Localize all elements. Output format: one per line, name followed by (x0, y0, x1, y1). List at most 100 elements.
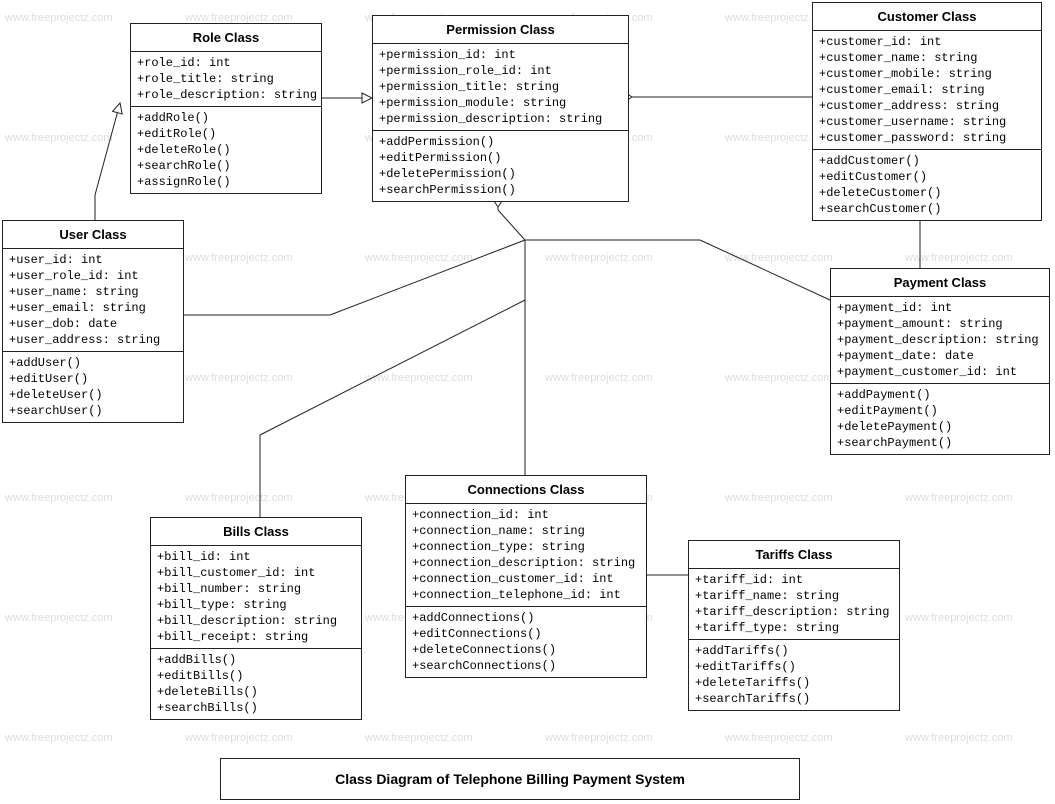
class-payment: Payment Class +payment_id: int+payment_a… (830, 268, 1050, 455)
class-connections: Connections Class +connection_id: int+co… (405, 475, 647, 678)
watermark-text: www.freeprojectz.com (5, 132, 113, 144)
class-line: +payment_amount: string (837, 316, 1043, 332)
watermark-text: www.freeprojectz.com (905, 612, 1013, 624)
class-line: +deleteBills() (157, 684, 355, 700)
class-payment-title: Payment Class (831, 269, 1049, 297)
class-line: +connection_id: int (412, 507, 640, 523)
class-connections-methods: +addConnections()+editConnections()+dele… (406, 607, 646, 677)
class-line: +editPayment() (837, 403, 1043, 419)
class-line: +searchRole() (137, 158, 315, 174)
class-customer-title: Customer Class (813, 3, 1041, 31)
class-line: +bill_description: string (157, 613, 355, 629)
class-line: +connection_type: string (412, 539, 640, 555)
class-line: +addTariffs() (695, 643, 893, 659)
watermark-text: www.freeprojectz.com (905, 492, 1013, 504)
class-customer-attrs: +customer_id: int+customer_name: string+… (813, 31, 1041, 150)
class-line: +connection_customer_id: int (412, 571, 640, 587)
class-user-methods: +addUser()+editUser()+deleteUser()+searc… (3, 352, 183, 422)
class-line: +searchTariffs() (695, 691, 893, 707)
class-line: +deleteRole() (137, 142, 315, 158)
class-customer: Customer Class +customer_id: int+custome… (812, 2, 1042, 221)
class-line: +bill_id: int (157, 549, 355, 565)
class-bills-methods: +addBills()+editBills()+deleteBills()+se… (151, 649, 361, 719)
class-role-methods: +addRole()+editRole()+deleteRole()+searc… (131, 107, 321, 193)
class-line: +searchUser() (9, 403, 177, 419)
class-line: +addCustomer() (819, 153, 1035, 169)
watermark-text: www.freeprojectz.com (365, 372, 473, 384)
class-line: +customer_address: string (819, 98, 1035, 114)
class-line: +editPermission() (379, 150, 622, 166)
class-tariffs: Tariffs Class +tariff_id: int+tariff_nam… (688, 540, 900, 711)
class-connections-title: Connections Class (406, 476, 646, 504)
class-user-title: User Class (3, 221, 183, 249)
diagram-title-box: Class Diagram of Telephone Billing Payme… (220, 758, 800, 800)
class-line: +customer_name: string (819, 50, 1035, 66)
class-line: +searchPermission() (379, 182, 622, 198)
class-line: +addConnections() (412, 610, 640, 626)
class-line: +editTariffs() (695, 659, 893, 675)
class-line: +permission_module: string (379, 95, 622, 111)
class-line: +user_dob: date (9, 316, 177, 332)
class-line: +addRole() (137, 110, 315, 126)
class-line: +deleteCustomer() (819, 185, 1035, 201)
class-connections-attrs: +connection_id: int+connection_name: str… (406, 504, 646, 607)
class-line: +connection_name: string (412, 523, 640, 539)
watermark-text: www.freeprojectz.com (365, 732, 473, 744)
class-user-attrs: +user_id: int+user_role_id: int+user_nam… (3, 249, 183, 352)
class-line: +searchCustomer() (819, 201, 1035, 217)
watermark-text: www.freeprojectz.com (545, 372, 653, 384)
class-line: +customer_id: int (819, 34, 1035, 50)
class-permission-methods: +addPermission()+editPermission()+delete… (373, 131, 628, 201)
watermark-text: www.freeprojectz.com (905, 732, 1013, 744)
class-line: +assignRole() (137, 174, 315, 190)
class-line: +tariff_type: string (695, 620, 893, 636)
class-line: +tariff_id: int (695, 572, 893, 588)
watermark-text: www.freeprojectz.com (185, 372, 293, 384)
class-line: +tariff_name: string (695, 588, 893, 604)
class-line: +bill_receipt: string (157, 629, 355, 645)
class-line: +customer_username: string (819, 114, 1035, 130)
class-line: +user_name: string (9, 284, 177, 300)
class-user: User Class +user_id: int+user_role_id: i… (2, 220, 184, 423)
class-line: +role_title: string (137, 71, 315, 87)
class-role: Role Class +role_id: int+role_title: str… (130, 23, 322, 194)
class-line: +customer_email: string (819, 82, 1035, 98)
class-line: +editCustomer() (819, 169, 1035, 185)
class-line: +role_id: int (137, 55, 315, 71)
class-line: +tariff_description: string (695, 604, 893, 620)
watermark-text: www.freeprojectz.com (545, 732, 653, 744)
class-line: +deleteConnections() (412, 642, 640, 658)
class-role-title: Role Class (131, 24, 321, 52)
class-line: +permission_description: string (379, 111, 622, 127)
class-payment-methods: +addPayment()+editPayment()+deletePaymen… (831, 384, 1049, 454)
class-permission: Permission Class +permission_id: int+per… (372, 15, 629, 202)
watermark-text: www.freeprojectz.com (905, 252, 1013, 264)
class-line: +searchBills() (157, 700, 355, 716)
class-line: +user_id: int (9, 252, 177, 268)
class-line: +permission_id: int (379, 47, 622, 63)
class-line: +addUser() (9, 355, 177, 371)
class-tariffs-methods: +addTariffs()+editTariffs()+deleteTariff… (689, 640, 899, 710)
class-line: +addBills() (157, 652, 355, 668)
class-line: +editUser() (9, 371, 177, 387)
class-line: +customer_mobile: string (819, 66, 1035, 82)
class-line: +bill_customer_id: int (157, 565, 355, 581)
class-line: +addPermission() (379, 134, 622, 150)
class-line: +customer_password: string (819, 130, 1035, 146)
class-line: +deletePermission() (379, 166, 622, 182)
class-line: +bill_number: string (157, 581, 355, 597)
class-line: +user_email: string (9, 300, 177, 316)
class-tariffs-title: Tariffs Class (689, 541, 899, 569)
class-payment-attrs: +payment_id: int+payment_amount: string+… (831, 297, 1049, 384)
watermark-text: www.freeprojectz.com (725, 492, 833, 504)
class-bills-attrs: +bill_id: int+bill_customer_id: int+bill… (151, 546, 361, 649)
class-line: +editBills() (157, 668, 355, 684)
watermark-text: www.freeprojectz.com (5, 492, 113, 504)
class-line: +editConnections() (412, 626, 640, 642)
watermark-text: www.freeprojectz.com (185, 252, 293, 264)
class-line: +role_description: string (137, 87, 315, 103)
watermark-text: www.freeprojectz.com (185, 492, 293, 504)
class-line: +payment_date: date (837, 348, 1043, 364)
class-line: +editRole() (137, 126, 315, 142)
class-line: +searchPayment() (837, 435, 1043, 451)
